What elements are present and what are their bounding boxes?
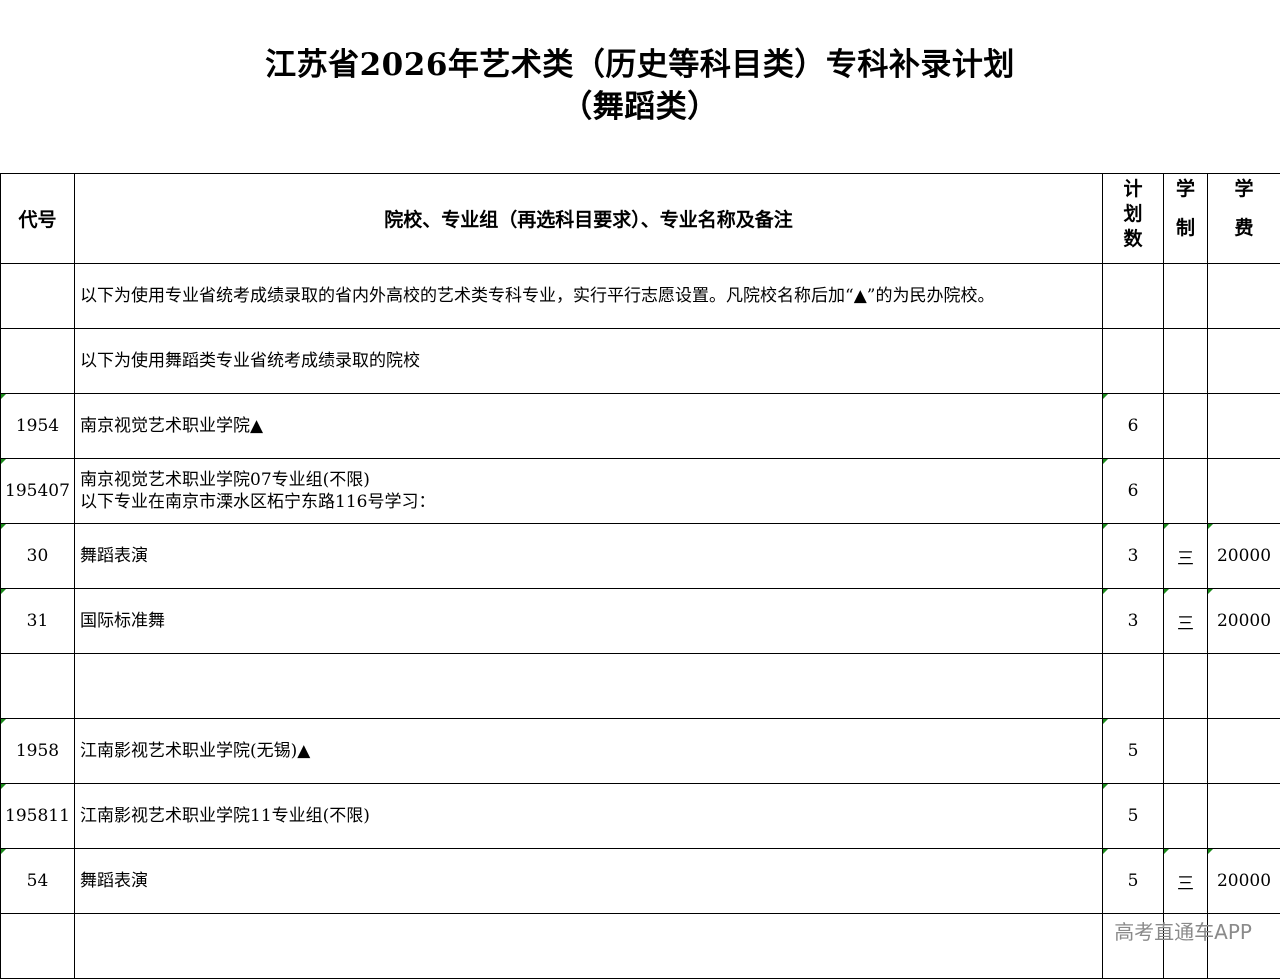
- cell-fee: 20000: [1208, 524, 1280, 589]
- header-duration: 学 制: [1164, 174, 1208, 264]
- watermark-text: 高考直通车APP: [1114, 916, 1252, 945]
- header-row: 代号 院校、专业组（再选科目要求）、专业名称及备注 计 划 数 学 制 学 费: [1, 174, 1280, 264]
- table-row: [1, 914, 1280, 979]
- cell-plan: [1103, 264, 1164, 329]
- table-row: 30 舞蹈表演 3 三 20000: [1, 524, 1280, 589]
- table-row: 195407 南京视觉艺术职业学院07专业组(不限)以下专业在南京市溧水区柘宁东…: [1, 459, 1280, 524]
- header-name: 院校、专业组（再选科目要求）、专业名称及备注: [75, 174, 1103, 264]
- cell-plan: 6: [1103, 394, 1164, 459]
- cell-name: 舞蹈表演: [75, 524, 1103, 589]
- cell-code: 195407: [1, 459, 75, 524]
- cell-fee: [1208, 264, 1280, 329]
- cell-duration: [1164, 654, 1208, 719]
- header-plan: 计 划 数: [1103, 174, 1164, 264]
- cell-fee: [1208, 654, 1280, 719]
- cell-duration: [1164, 784, 1208, 849]
- cell-code: 30: [1, 524, 75, 589]
- title-block: 江苏省2026年艺术类（历史等科目类）专科补录计划 （舞蹈类）: [0, 44, 1280, 128]
- cell-name: 以下为使用专业省统考成绩录取的省内外高校的艺术类专科专业，实行平行志愿设置。凡院…: [75, 264, 1103, 329]
- cell-name: [75, 914, 1103, 979]
- cell-plan: [1103, 329, 1164, 394]
- cell-name: 江南影视艺术职业学院(无锡)▲: [75, 719, 1103, 784]
- page-title: 江苏省2026年艺术类（历史等科目类）专科补录计划: [0, 44, 1280, 86]
- header-code: 代号: [1, 174, 75, 264]
- cell-fee: [1208, 459, 1280, 524]
- cell-code: [1, 329, 75, 394]
- cell-fee: 20000: [1208, 849, 1280, 914]
- cell-duration: 三: [1164, 589, 1208, 654]
- cell-name: 舞蹈表演: [75, 849, 1103, 914]
- cell-code: 54: [1, 849, 75, 914]
- cell-plan: 5: [1103, 784, 1164, 849]
- cell-code: 195811: [1, 784, 75, 849]
- table-row: [1, 654, 1280, 719]
- cell-duration: [1164, 719, 1208, 784]
- cell-plan: 3: [1103, 524, 1164, 589]
- cell-plan: 6: [1103, 459, 1164, 524]
- cell-plan: 3: [1103, 589, 1164, 654]
- cell-code: 1958: [1, 719, 75, 784]
- cell-duration: [1164, 394, 1208, 459]
- header-fee: 学 费: [1208, 174, 1280, 264]
- table-row: 54 舞蹈表演 5 三 20000: [1, 849, 1280, 914]
- cell-code: 1954: [1, 394, 75, 459]
- cell-code: [1, 914, 75, 979]
- table-row: 1958 江南影视艺术职业学院(无锡)▲ 5: [1, 719, 1280, 784]
- cell-fee: [1208, 719, 1280, 784]
- cell-fee: 20000: [1208, 589, 1280, 654]
- cell-name: [75, 654, 1103, 719]
- enrollment-plan-table: 代号 院校、专业组（再选科目要求）、专业名称及备注 计 划 数 学 制 学 费: [0, 173, 1280, 979]
- cell-fee: [1208, 784, 1280, 849]
- cell-code: [1, 264, 75, 329]
- cell-duration: 三: [1164, 849, 1208, 914]
- cell-plan: 5: [1103, 849, 1164, 914]
- cell-duration: [1164, 329, 1208, 394]
- cell-name: 江南影视艺术职业学院11专业组(不限): [75, 784, 1103, 849]
- table-row: 以下为使用舞蹈类专业省统考成绩录取的院校: [1, 329, 1280, 394]
- table-row: 31 国际标准舞 3 三 20000: [1, 589, 1280, 654]
- cell-plan: 5: [1103, 719, 1164, 784]
- cell-code: 31: [1, 589, 75, 654]
- cell-fee: [1208, 394, 1280, 459]
- cell-name: 以下为使用舞蹈类专业省统考成绩录取的院校: [75, 329, 1103, 394]
- cell-duration: [1164, 264, 1208, 329]
- cell-code: [1, 654, 75, 719]
- page-subtitle: （舞蹈类）: [0, 86, 1280, 128]
- cell-fee: [1208, 329, 1280, 394]
- cell-name: 南京视觉艺术职业学院07专业组(不限)以下专业在南京市溧水区柘宁东路116号学习…: [75, 459, 1103, 524]
- table-row: 以下为使用专业省统考成绩录取的省内外高校的艺术类专科专业，实行平行志愿设置。凡院…: [1, 264, 1280, 329]
- cell-plan: [1103, 654, 1164, 719]
- cell-name: 南京视觉艺术职业学院▲: [75, 394, 1103, 459]
- cell-duration: 三: [1164, 524, 1208, 589]
- cell-name: 国际标准舞: [75, 589, 1103, 654]
- table-row: 1954 南京视觉艺术职业学院▲ 6: [1, 394, 1280, 459]
- cell-duration: [1164, 459, 1208, 524]
- table-row: 195811 江南影视艺术职业学院11专业组(不限) 5: [1, 784, 1280, 849]
